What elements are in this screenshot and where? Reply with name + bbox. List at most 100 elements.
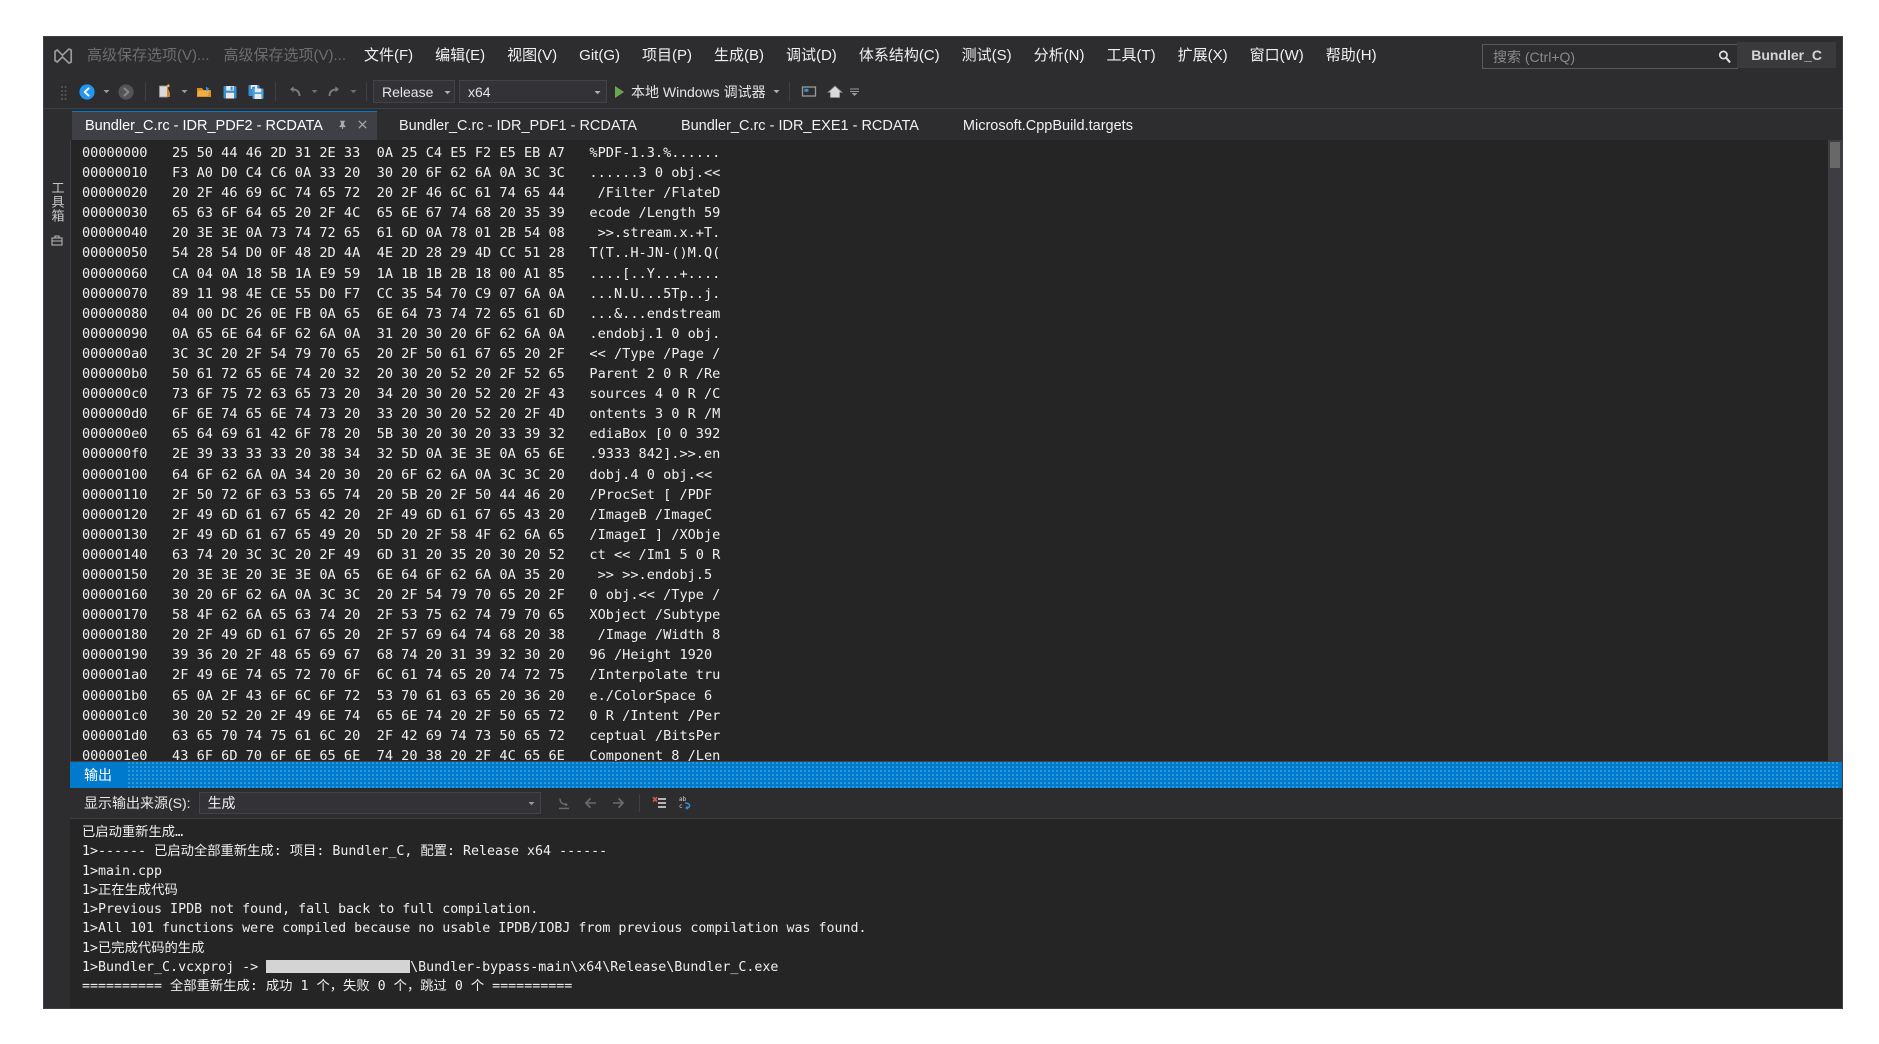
- output-title-label: 输出: [84, 767, 112, 783]
- toolbar-grip[interactable]: [60, 84, 68, 100]
- hex-editor[interactable]: 00000000 25 50 44 46 2D 31 2E 33 0A 25 C…: [70, 140, 1842, 761]
- tab-idr-exe1[interactable]: Bundler_C.rc - IDR_EXE1 - RCDATA: [658, 111, 941, 140]
- hex-row: 00000000 25 50 44 46 2D 31 2E 33 0A 25 C…: [82, 145, 721, 161]
- jump-to-next-icon[interactable]: [605, 791, 632, 815]
- svg-text:ab: ab: [679, 796, 687, 803]
- hex-row: 00000030 65 63 6F 64 65 20 2F 4C 65 6E 6…: [82, 205, 721, 222]
- pin-icon[interactable]: [337, 118, 348, 134]
- recent-item-1[interactable]: 高级保存选项(V)...: [80, 37, 217, 75]
- navigate-back-icon[interactable]: [74, 80, 100, 104]
- new-item-dropdown-icon[interactable]: [178, 80, 191, 104]
- redo-icon[interactable]: [321, 80, 347, 104]
- visual-studio-window: 高级保存选项(V)... 高级保存选项(V)... 文件(F) 编辑(E) 视图…: [43, 36, 1843, 1009]
- new-item-icon[interactable]: [152, 80, 178, 104]
- toolbar-separator-4: [788, 82, 790, 101]
- hex-row: 000001d0 63 65 70 74 75 61 6C 20 2F 42 6…: [82, 727, 721, 744]
- menu-build[interactable]: 生成(B): [703, 37, 775, 75]
- output-titlebar-dots: [128, 762, 1838, 788]
- save-all-icon[interactable]: [243, 80, 269, 104]
- hex-row: 000001e0 43 6F 6D 70 6F 6E 65 6E 74 20 3…: [82, 747, 721, 761]
- clear-all-icon[interactable]: [647, 791, 674, 815]
- menu-analyze[interactable]: 分析(N): [1023, 37, 1096, 75]
- save-icon[interactable]: [217, 80, 243, 104]
- menu-git[interactable]: Git(G): [568, 37, 631, 75]
- tab-label-cppbuild-targets: Microsoft.CppBuild.targets: [962, 118, 1133, 134]
- menu-help[interactable]: 帮助(H): [1315, 37, 1388, 75]
- toolbox-rail[interactable]: 工具箱: [44, 109, 70, 1008]
- tab-idr-pdf2[interactable]: Bundler_C.rc - IDR_PDF2 - RCDATA: [72, 111, 377, 140]
- output-status-strip: [70, 1006, 1842, 1008]
- project-badge[interactable]: Bundler_C: [1737, 42, 1836, 68]
- output-source-combo[interactable]: 生成: [198, 792, 541, 814]
- menu-project[interactable]: 项目(P): [631, 37, 703, 75]
- menu-test[interactable]: 测试(S): [951, 37, 1023, 75]
- chevron-down-icon-3[interactable]: [527, 795, 536, 811]
- hex-row: 00000100 64 6F 62 6A 0A 34 20 30 20 6F 6…: [82, 466, 721, 483]
- jump-to-previous-icon[interactable]: [578, 791, 605, 815]
- open-file-icon[interactable]: [191, 80, 217, 104]
- hex-row: 000000d0 6F 6E 74 65 6E 74 73 20 33 20 3…: [82, 406, 721, 423]
- hex-row: 000000e0 65 64 69 61 42 6F 78 20 5B 30 2…: [82, 426, 721, 443]
- output-line: 1>已完成代码的生成: [82, 940, 205, 956]
- hex-row: 00000150 20 3E 3E 20 3E 3E 0A 65 6E 64 6…: [82, 566, 721, 583]
- hex-row: 000001c0 30 20 52 20 2F 49 6E 74 65 6E 7…: [82, 707, 721, 724]
- tab-idr-pdf1[interactable]: Bundler_C.rc - IDR_PDF1 - RCDATA: [376, 111, 659, 140]
- output-pane: 输出 显示输出来源(S): 生成 ab c 已启动重新生成… 1>------ …: [70, 761, 1842, 1008]
- menu-view[interactable]: 视图(V): [496, 37, 568, 75]
- start-debugging-dropdown-icon[interactable]: [770, 80, 783, 104]
- recent-item-2[interactable]: 高级保存选项(V)...: [217, 37, 354, 75]
- output-line: 1>------ 已启动全部重新生成: 项目: Bundler_C, 配置: R…: [82, 844, 608, 860]
- output-line: 1>Previous IPDB not found, fall back to …: [82, 902, 539, 918]
- hex-row: 00000060 CA 04 0A 18 5B 1A E9 59 1A 1B 1…: [82, 265, 721, 282]
- hex-row: 00000090 0A 65 6E 64 6F 62 6A 0A 31 20 3…: [82, 325, 721, 342]
- close-icon[interactable]: [357, 118, 368, 134]
- hex-row: 00000140 63 74 20 3C 3C 20 2F 49 6D 31 2…: [82, 546, 721, 563]
- title-menu-bar: 高级保存选项(V)... 高级保存选项(V)... 文件(F) 编辑(E) 视图…: [44, 37, 1842, 75]
- home-icon[interactable]: [822, 80, 848, 104]
- search-icon[interactable]: [1717, 49, 1733, 65]
- screen-icon[interactable]: [796, 80, 822, 104]
- search-input[interactable]: [1491, 47, 1717, 66]
- hex-row: 000000b0 50 61 72 65 6E 74 20 32 20 30 2…: [82, 366, 721, 383]
- quick-launch-search[interactable]: [1482, 44, 1738, 69]
- menu-tools[interactable]: 工具(T): [1095, 37, 1166, 75]
- solution-configuration-combo[interactable]: Release: [373, 80, 455, 103]
- toolbar-overflow-icon[interactable]: [848, 80, 861, 104]
- output-source-label: 显示输出来源(S):: [84, 795, 191, 811]
- toolbox-label: 工具箱: [49, 181, 65, 223]
- menu-debug[interactable]: 调试(D): [775, 37, 848, 75]
- output-text-area[interactable]: 已启动重新生成… 1>------ 已启动全部重新生成: 项目: Bundler_…: [70, 819, 1842, 1008]
- workspace-area: 工具箱 Bundler_C.rc - IDR_PDF2 - RCDATA Bun…: [44, 109, 1842, 1008]
- output-pane-title[interactable]: 输出: [70, 762, 1842, 788]
- scrollbar-thumb[interactable]: [1830, 142, 1840, 168]
- undo-icon[interactable]: [282, 80, 308, 104]
- redo-dropdown-icon[interactable]: [347, 80, 360, 104]
- menu-window[interactable]: 窗口(W): [1239, 37, 1315, 75]
- chevron-down-icon-2[interactable]: [593, 84, 602, 100]
- tab-cppbuild-targets[interactable]: Microsoft.CppBuild.targets: [940, 111, 1155, 140]
- menu-architecture[interactable]: 体系结构(C): [848, 37, 951, 75]
- output-line: 1>Bundler_C.vcxproj -> \Bundler-bypass-m…: [82, 960, 779, 976]
- standard-toolbar: Release x64 本地 Windows 调试器: [44, 75, 1842, 109]
- menu-file[interactable]: 文件(F): [353, 37, 424, 75]
- tab-label-idr-pdf2: Bundler_C.rc - IDR_PDF2 - RCDATA: [85, 118, 323, 134]
- start-debugging-button[interactable]: 本地 Windows 调试器: [611, 80, 770, 104]
- navigate-forward-icon[interactable]: [113, 80, 139, 104]
- menu-edit[interactable]: 编辑(E): [424, 37, 496, 75]
- solution-platform-value: x64: [468, 83, 491, 100]
- chevron-down-icon[interactable]: [443, 84, 452, 100]
- hex-row: 00000020 20 2F 46 69 6C 74 65 72 20 2F 4…: [82, 185, 721, 202]
- svg-text:c: c: [679, 803, 683, 810]
- toolbar-separator-2: [275, 82, 276, 101]
- undo-dropdown-icon[interactable]: [308, 80, 321, 104]
- hex-content[interactable]: 00000000 25 50 44 46 2D 31 2E 33 0A 25 C…: [77, 140, 1842, 761]
- hex-vertical-scrollbar[interactable]: [1828, 140, 1842, 761]
- jump-to-prev-message-icon[interactable]: [551, 791, 578, 815]
- screenshot-root: 高级保存选项(V)... 高级保存选项(V)... 文件(F) 编辑(E) 视图…: [0, 0, 1879, 1044]
- navigate-back-dropdown-icon[interactable]: [100, 80, 113, 104]
- menu-extensions[interactable]: 扩展(X): [1167, 37, 1239, 75]
- hex-row: 00000070 89 11 98 4E CE 55 D0 F7 CC 35 5…: [82, 285, 721, 302]
- document-tabstrip: Bundler_C.rc - IDR_PDF2 - RCDATA Bundler…: [70, 109, 1842, 140]
- toggle-word-wrap-icon[interactable]: ab c: [674, 791, 701, 815]
- solution-platform-combo[interactable]: x64: [459, 80, 607, 103]
